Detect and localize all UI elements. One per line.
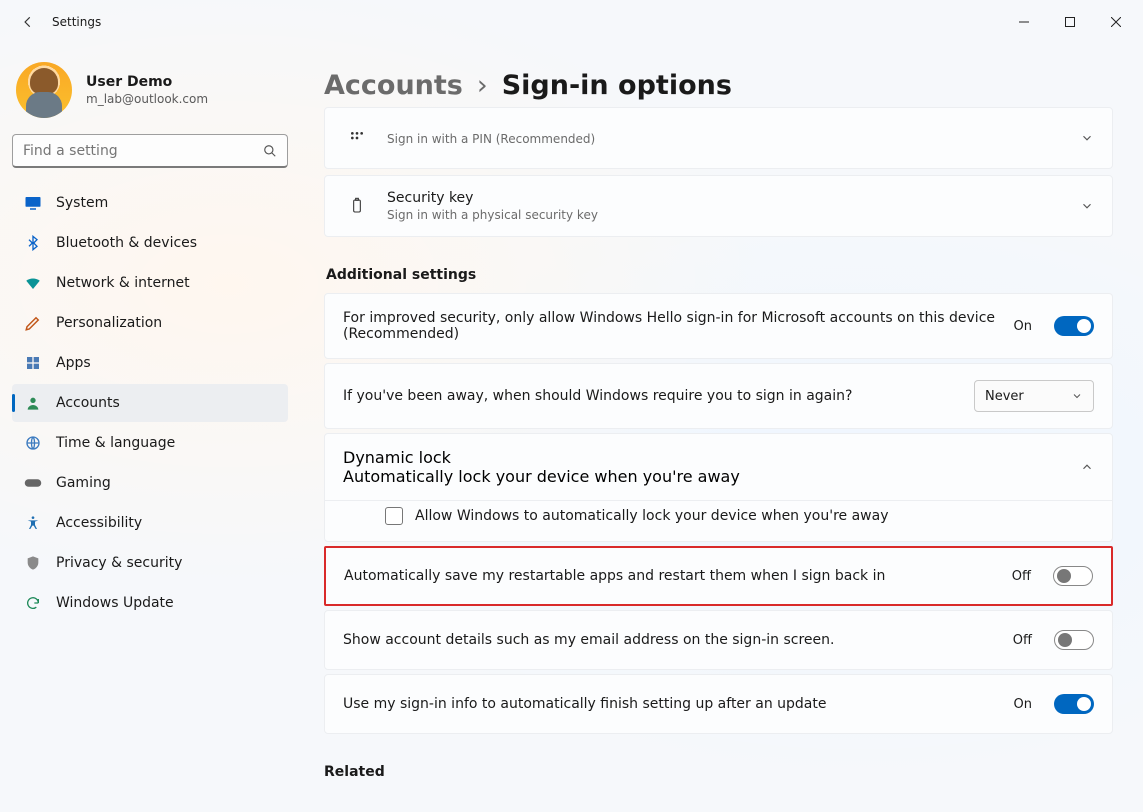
signin-method-pin[interactable]: Sign in with a PIN (Recommended)	[324, 107, 1113, 169]
setting-require-signin: If you've been away, when should Windows…	[324, 363, 1113, 429]
nav-item-accessibility[interactable]: Accessibility	[12, 504, 288, 542]
bluetooth-icon	[24, 234, 42, 252]
nav-item-windows-update[interactable]: Windows Update	[12, 584, 288, 622]
nav-item-personalization[interactable]: Personalization	[12, 304, 288, 342]
securitykey-subtitle: Sign in with a physical security key	[387, 208, 1064, 222]
dynamic-lock-checkbox-label: Allow Windows to automatically lock your…	[415, 508, 888, 524]
sidebar: User Demo m_lab@outlook.com System Blueto…	[0, 44, 300, 812]
setting-show-details: Show account details such as my email ad…	[324, 610, 1113, 670]
setting-restart-apps-state: Off	[1012, 569, 1031, 584]
profile-block[interactable]: User Demo m_lab@outlook.com	[12, 56, 288, 130]
pin-subtitle: Sign in with a PIN (Recommended)	[387, 132, 1064, 146]
breadcrumb-current: Sign-in options	[502, 70, 732, 101]
nav-item-label: System	[56, 195, 108, 211]
nav-item-accounts[interactable]: Accounts	[12, 384, 288, 422]
nav-item-label: Time & language	[56, 435, 175, 451]
setting-require-signin-label: If you've been away, when should Windows…	[343, 388, 958, 404]
setting-restart-apps-toggle[interactable]	[1053, 566, 1093, 586]
pin-icon	[343, 130, 371, 146]
dynamic-lock-sub: Automatically lock your device when you'…	[343, 467, 1064, 486]
setting-restart-apps-label: Automatically save my restartable apps a…	[344, 568, 996, 584]
nav-item-label: Personalization	[56, 315, 162, 331]
update-icon	[24, 594, 42, 612]
setting-finish-setup: Use my sign-in info to automatically fin…	[324, 674, 1113, 734]
nav-item-label: Gaming	[56, 475, 111, 491]
nav-list: System Bluetooth & devices Network & inter…	[12, 184, 288, 622]
chevron-right-icon: ›	[477, 70, 488, 101]
accessibility-icon	[24, 514, 42, 532]
globe-icon	[24, 434, 42, 452]
setting-dynamic-lock: Dynamic lock Automatically lock your dev…	[324, 433, 1113, 542]
nav-item-label: Windows Update	[56, 595, 174, 611]
dynamic-lock-title: Dynamic lock	[343, 448, 1064, 467]
nav-item-label: Accessibility	[56, 515, 142, 531]
person-icon	[24, 394, 42, 412]
setting-show-details-label: Show account details such as my email ad…	[343, 632, 997, 648]
securitykey-title: Security key	[387, 190, 1064, 206]
shield-icon	[24, 554, 42, 572]
section-related: Related	[324, 764, 1113, 780]
minimize-button[interactable]	[1001, 6, 1047, 38]
nav-item-time-language[interactable]: Time & language	[12, 424, 288, 462]
setting-finish-setup-label: Use my sign-in info to automatically fin…	[343, 696, 998, 712]
chevron-down-icon	[1071, 390, 1083, 402]
nav-item-system[interactable]: System	[12, 184, 288, 222]
breadcrumb: Accounts › Sign-in options	[324, 70, 1113, 101]
setting-hello-only: For improved security, only allow Window…	[324, 293, 1113, 359]
setting-hello-only-state: On	[1014, 319, 1032, 334]
setting-finish-setup-state: On	[1014, 697, 1032, 712]
setting-require-signin-select[interactable]: Never	[974, 380, 1094, 412]
key-icon	[343, 196, 371, 216]
dynamic-lock-checkbox[interactable]	[385, 507, 403, 525]
nav-item-network-internet[interactable]: Network & internet	[12, 264, 288, 302]
nav-item-label: Accounts	[56, 395, 120, 411]
setting-show-details-state: Off	[1013, 633, 1032, 648]
setting-finish-setup-toggle[interactable]	[1054, 694, 1094, 714]
wifi-icon	[24, 274, 42, 292]
gamepad-icon	[24, 474, 42, 492]
profile-email: m_lab@outlook.com	[86, 92, 208, 106]
window-title: Settings	[52, 15, 101, 29]
signin-method-securitykey[interactable]: Security key Sign in with a physical sec…	[324, 175, 1113, 237]
setting-hello-only-toggle[interactable]	[1054, 316, 1094, 336]
setting-dynamic-lock-header[interactable]: Dynamic lock Automatically lock your dev…	[325, 434, 1112, 500]
nav-item-privacy-security[interactable]: Privacy & security	[12, 544, 288, 582]
search-input[interactable]	[23, 143, 263, 159]
search-icon	[263, 144, 277, 158]
nav-item-apps[interactable]: Apps	[12, 344, 288, 382]
search-box[interactable]	[12, 134, 288, 168]
section-additional: Additional settings	[326, 267, 1113, 283]
close-button[interactable]	[1093, 6, 1139, 38]
nav-item-bluetooth-devices[interactable]: Bluetooth & devices	[12, 224, 288, 262]
main-content: Accounts › Sign-in options Sign in with …	[300, 44, 1143, 812]
nav-item-label: Network & internet	[56, 275, 190, 291]
monitor-icon	[24, 194, 42, 212]
breadcrumb-parent[interactable]: Accounts	[324, 70, 463, 101]
setting-restart-apps: Automatically save my restartable apps a…	[324, 546, 1113, 606]
nav-item-label: Apps	[56, 355, 91, 371]
back-button[interactable]	[12, 6, 44, 38]
chevron-up-icon	[1080, 460, 1094, 474]
setting-hello-only-label: For improved security, only allow Window…	[343, 310, 998, 342]
nav-item-gaming[interactable]: Gaming	[12, 464, 288, 502]
brush-icon	[24, 314, 42, 332]
profile-name: User Demo	[86, 74, 208, 90]
chevron-down-icon	[1080, 131, 1094, 145]
nav-item-label: Bluetooth & devices	[56, 235, 197, 251]
avatar	[16, 62, 72, 118]
grid-icon	[24, 354, 42, 372]
titlebar: Settings	[0, 0, 1143, 44]
nav-item-label: Privacy & security	[56, 555, 182, 571]
maximize-button[interactable]	[1047, 6, 1093, 38]
setting-require-signin-value: Never	[985, 389, 1024, 404]
chevron-down-icon	[1080, 199, 1094, 213]
setting-show-details-toggle[interactable]	[1054, 630, 1094, 650]
